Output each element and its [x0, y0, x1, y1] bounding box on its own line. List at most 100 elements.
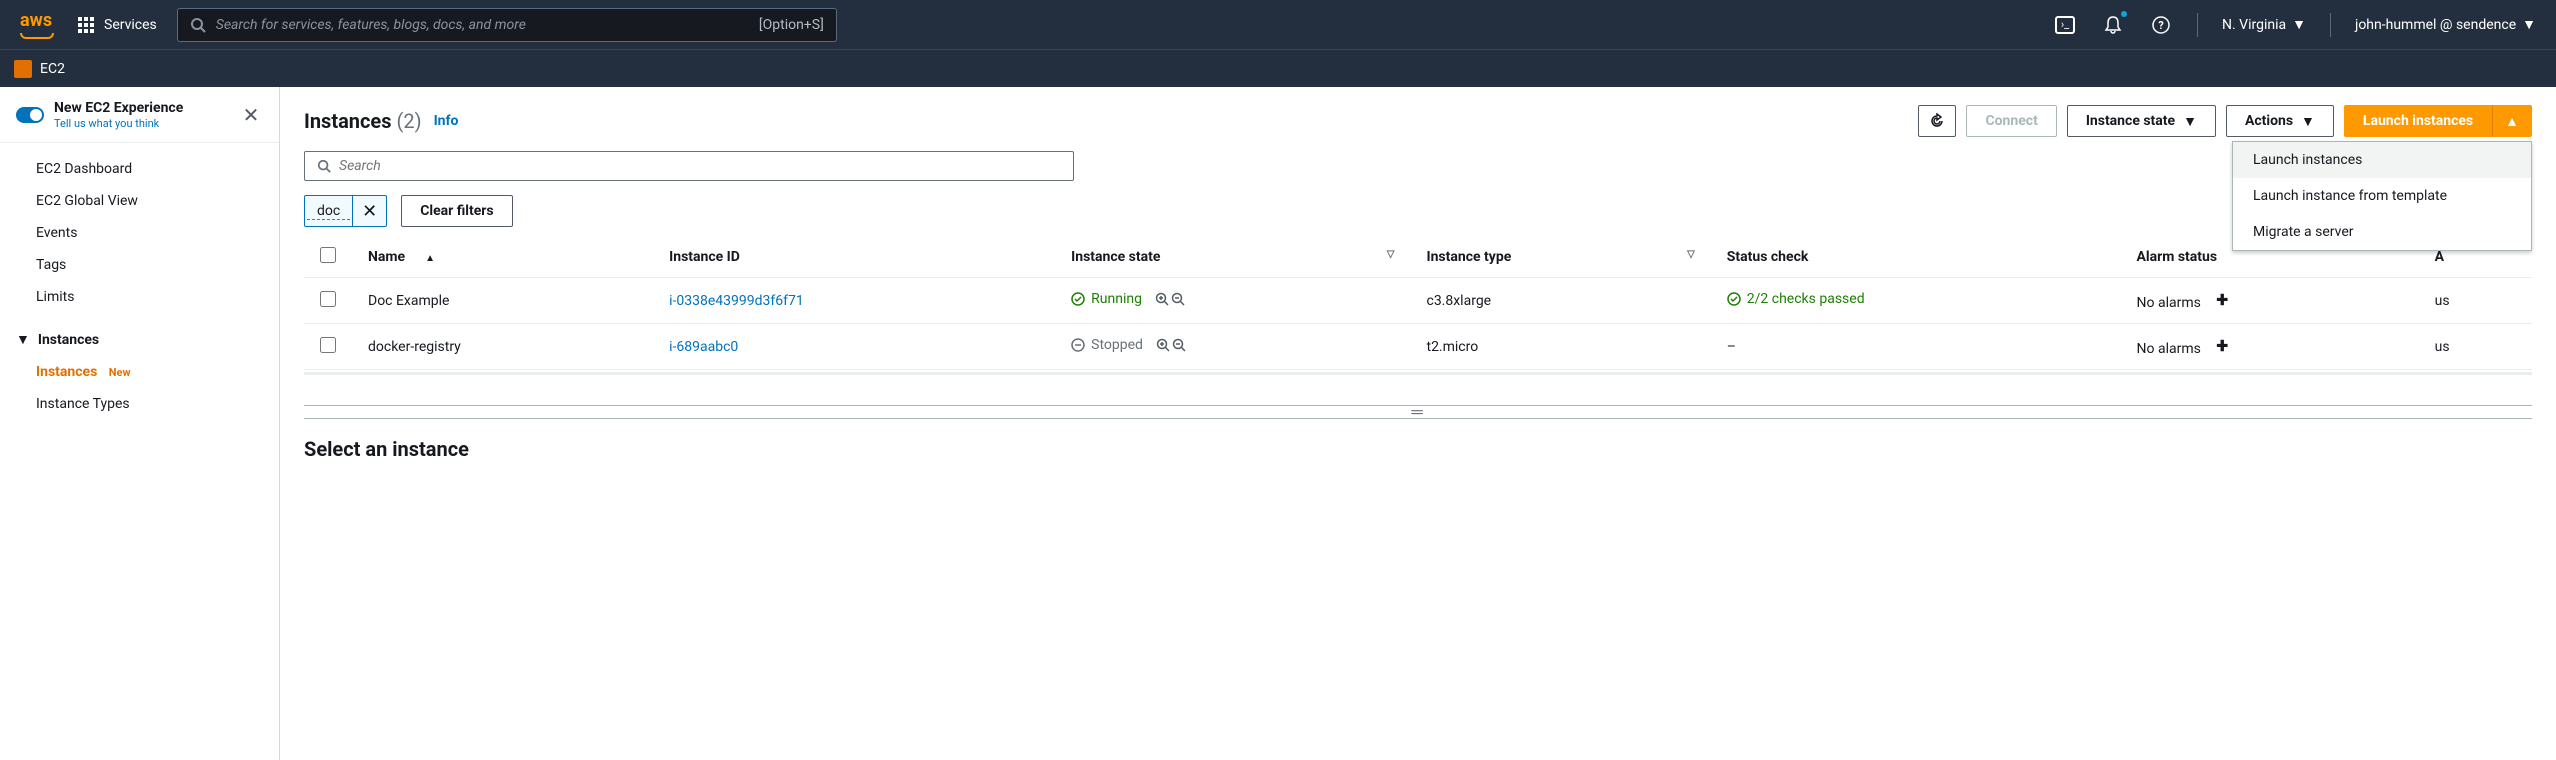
zoom-controls[interactable]	[1156, 338, 1186, 352]
grip-icon: ═	[1411, 402, 1424, 422]
nav-limits[interactable]: Limits	[0, 281, 279, 313]
separator	[2197, 13, 2198, 37]
nav-item-label: Instances	[36, 364, 97, 380]
nav-tags[interactable]: Tags	[0, 249, 279, 281]
instance-table-scroll[interactable]: Name▲ Instance ID Instance state▽ Instan…	[304, 237, 2532, 375]
account-selector[interactable]: john-hummel @ sendence ▼	[2355, 16, 2536, 33]
th-name[interactable]: Name▲	[352, 237, 653, 278]
table-header-row: Name▲ Instance ID Instance state▽ Instan…	[304, 237, 2532, 278]
dropdown-launch-from-template[interactable]: Launch instance from template	[2233, 178, 2531, 214]
top-nav-right: ›_ ? N. Virginia ▼ john-hummel @ sendenc…	[2053, 13, 2536, 37]
nav-group-label: Instances	[38, 332, 99, 348]
add-alarm-button[interactable]: +	[2216, 288, 2228, 313]
search-icon	[317, 159, 331, 173]
search-placeholder: Search for services, features, blogs, do…	[216, 17, 526, 33]
table-row[interactable]: docker-registry i-689aabc0 Stopped	[304, 324, 2532, 370]
nav-instance-types[interactable]: Instance Types	[0, 388, 279, 420]
dropdown-launch-instances[interactable]: Launch instances	[2233, 142, 2531, 178]
cell-status: –	[1711, 324, 2121, 370]
new-experience-feedback-link[interactable]: Tell us what you think	[54, 117, 183, 130]
clear-filters-button[interactable]: Clear filters	[401, 195, 512, 227]
services-label: Services	[104, 17, 157, 33]
details-panel: Select an instance	[304, 419, 2532, 479]
info-link[interactable]: Info	[434, 113, 459, 129]
add-alarm-button[interactable]: +	[2216, 334, 2228, 359]
cell-az: us	[2419, 278, 2532, 324]
refresh-button[interactable]	[1918, 105, 1956, 137]
launch-instances-button[interactable]: Launch instances	[2344, 105, 2492, 137]
global-search[interactable]: Search for services, features, blogs, do…	[177, 8, 837, 42]
help-icon: ?	[2151, 15, 2171, 35]
chip-remove-button[interactable]: ✕	[352, 196, 386, 226]
launch-dropdown-menu: Launch instances Launch instance from te…	[2232, 141, 2532, 251]
cell-name: Doc Example	[352, 278, 653, 324]
separator	[2330, 13, 2331, 37]
check-circle-icon	[1727, 292, 1741, 306]
instance-search[interactable]	[304, 151, 1074, 181]
service-name: EC2	[40, 61, 65, 77]
actions-button[interactable]: Actions ▼	[2226, 105, 2334, 137]
header-actions: Connect Instance state ▼ Actions ▼ Launc…	[1918, 105, 2532, 137]
help-button[interactable]: ?	[2149, 13, 2173, 37]
notifications-button[interactable]	[2101, 13, 2125, 37]
page-header: Instances (2) Info Connect Instance stat…	[304, 105, 2532, 137]
caret-down-icon: ▼	[2292, 16, 2306, 33]
dropdown-migrate-server[interactable]: Migrate a server	[2233, 214, 2531, 250]
cell-instance-id[interactable]: i-0338e43999d3f6f71	[653, 278, 1055, 324]
table-row[interactable]: Doc Example i-0338e43999d3f6f71 Running	[304, 278, 2532, 324]
sort-asc-icon: ▲	[425, 253, 435, 264]
row-checkbox[interactable]	[320, 291, 336, 307]
services-button[interactable]: Services	[78, 17, 157, 33]
aws-logo[interactable]: aws	[20, 10, 54, 39]
zoom-controls[interactable]	[1155, 292, 1185, 306]
th-instance-id[interactable]: Instance ID	[653, 237, 1055, 278]
nav-events[interactable]: Events	[0, 217, 279, 249]
split-pane-divider[interactable]: ═	[304, 405, 2532, 419]
cell-instance-id[interactable]: i-689aabc0	[653, 324, 1055, 370]
row-checkbox[interactable]	[320, 337, 336, 353]
cloudshell-icon: ›_	[2055, 16, 2075, 34]
close-banner-button[interactable]: ✕	[239, 103, 263, 127]
new-badge: New	[109, 366, 131, 379]
zoom-out-icon	[1171, 292, 1185, 306]
nav-group-instances[interactable]: ▼ Instances	[0, 323, 279, 356]
instance-table: Name▲ Instance ID Instance state▽ Instan…	[304, 237, 2532, 370]
stop-circle-icon	[1071, 338, 1085, 352]
th-instance-state[interactable]: Instance state▽	[1055, 237, 1410, 278]
filter-chip-doc: doc ✕	[304, 195, 387, 227]
left-sidebar: New EC2 Experience Tell us what you thin…	[0, 87, 280, 760]
connect-button[interactable]: Connect	[1966, 105, 2056, 137]
state-running-badge: Running	[1071, 291, 1142, 307]
instance-state-button[interactable]: Instance state ▼	[2067, 105, 2216, 137]
details-title: Select an instance	[304, 437, 469, 461]
th-instance-type[interactable]: Instance type▽	[1410, 237, 1710, 278]
new-experience-toggle[interactable]	[16, 107, 44, 123]
caret-down-icon: ▼	[2522, 16, 2536, 33]
page-title: Instances (2)	[304, 109, 422, 133]
search-input[interactable]	[339, 158, 1061, 174]
cell-status: 2/2 checks passed	[1711, 278, 2121, 324]
cell-name: docker-registry	[352, 324, 653, 370]
cell-type: c3.8xlarge	[1410, 278, 1710, 324]
zoom-out-icon	[1172, 338, 1186, 352]
nav-ec2-global-view[interactable]: EC2 Global View	[0, 185, 279, 217]
caret-up-icon: ▲	[2505, 113, 2519, 130]
select-all-checkbox[interactable]	[320, 247, 336, 263]
aws-smile-icon	[20, 33, 54, 39]
nav-group-instances-items: Instances New Instance Types	[0, 356, 279, 420]
ec2-icon	[14, 60, 32, 78]
check-circle-icon	[1071, 292, 1085, 306]
filter-caret-icon: ▽	[1387, 249, 1395, 260]
search-icon	[190, 17, 206, 33]
region-selector[interactable]: N. Virginia ▼	[2222, 16, 2306, 33]
cloudshell-button[interactable]: ›_	[2053, 13, 2077, 37]
launch-dropdown-toggle[interactable]: ▲	[2492, 105, 2532, 137]
caret-down-icon: ▼	[2183, 113, 2197, 130]
th-status-check[interactable]: Status check	[1711, 237, 2121, 278]
nav-instances[interactable]: Instances New	[0, 356, 279, 388]
new-experience-banner: New EC2 Experience Tell us what you thin…	[0, 87, 279, 143]
cell-az: us	[2419, 324, 2532, 370]
service-badge-ec2[interactable]: EC2	[14, 60, 65, 78]
caret-down-icon: ▼	[16, 331, 30, 348]
nav-ec2-dashboard[interactable]: EC2 Dashboard	[0, 153, 279, 185]
